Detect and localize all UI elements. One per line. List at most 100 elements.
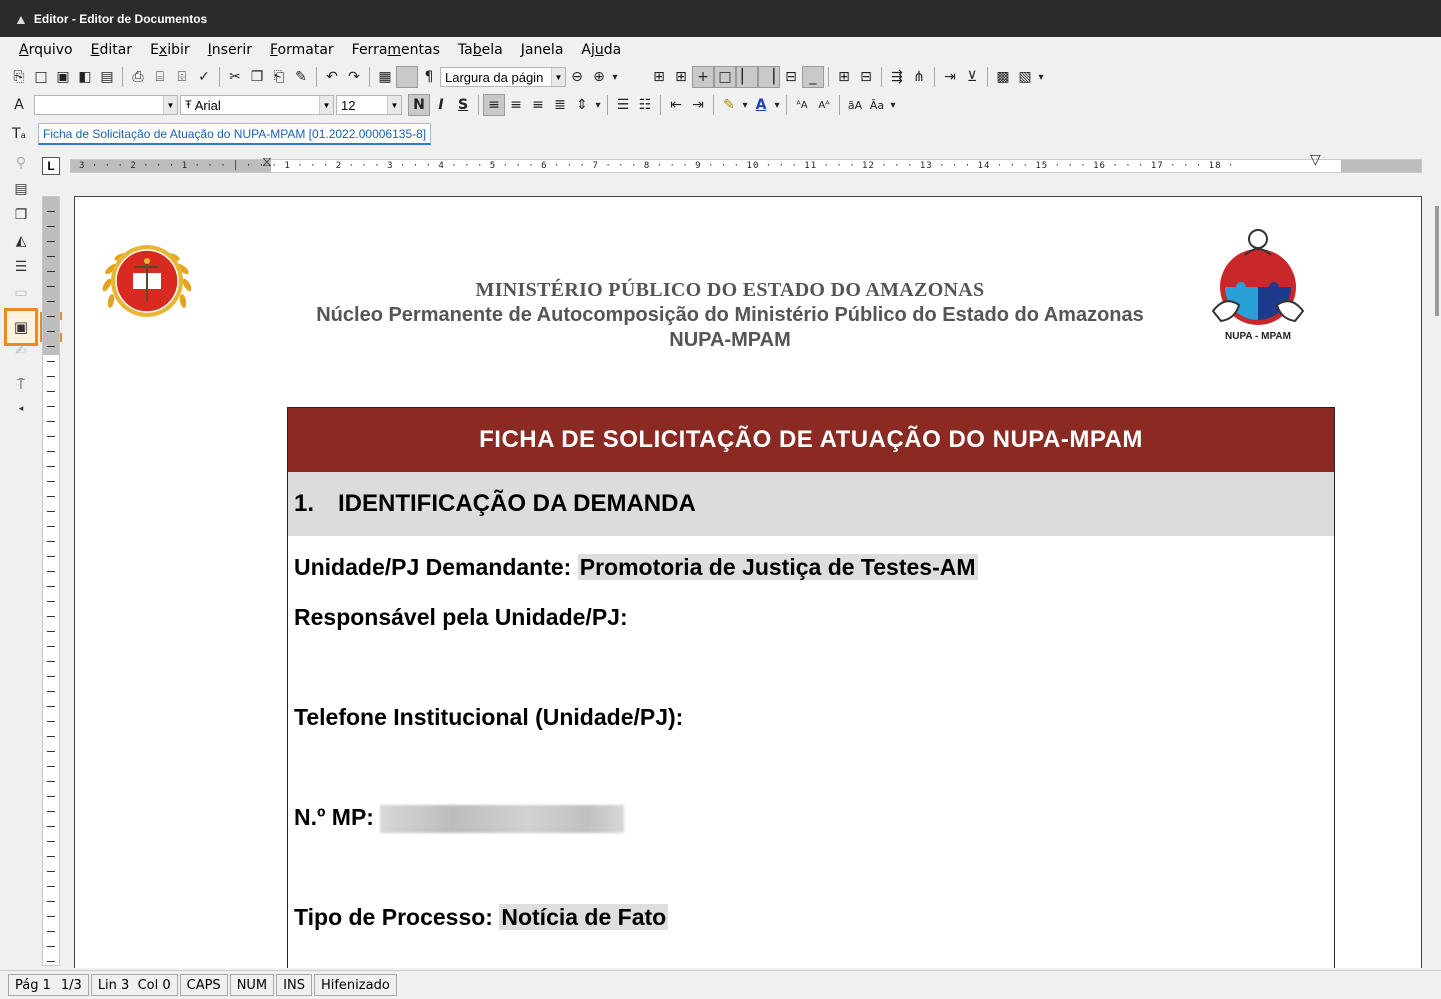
zoom-in-icon[interactable]: ⊕ bbox=[588, 66, 610, 88]
autotext-icon[interactable]: Tₐ bbox=[8, 123, 30, 145]
new-from-template-icon[interactable]: ⎘ bbox=[8, 66, 30, 88]
field-value[interactable]: Notícia de Fato bbox=[499, 904, 669, 930]
chevron-down-icon[interactable]: ▾ bbox=[593, 94, 603, 116]
more-icon[interactable]: ▾ bbox=[610, 66, 620, 88]
inner-borders-icon[interactable]: + bbox=[692, 66, 714, 88]
redo-icon[interactable]: ↷ bbox=[343, 66, 365, 88]
menu-formatar[interactable]: Formatar bbox=[261, 42, 343, 58]
align-right-icon[interactable]: ≡ bbox=[527, 94, 549, 116]
font-select[interactable]: Ŧ Arial ▼ bbox=[180, 95, 334, 115]
ruler-strip[interactable]: 3 · · · 2 · · · 1 · · · │ · · · 1 · · · … bbox=[70, 159, 1422, 173]
field-numero-mp[interactable]: N.º MP: bbox=[294, 804, 625, 833]
copy-icon[interactable]: ❐ bbox=[246, 66, 268, 88]
line-spacing-icon[interactable]: ⇕ bbox=[571, 94, 593, 116]
menu-ajuda[interactable]: Ajuda bbox=[572, 42, 630, 58]
italic-button[interactable]: I bbox=[430, 94, 452, 116]
format-painter-icon[interactable]: ✎ bbox=[290, 66, 312, 88]
redacted-value[interactable] bbox=[380, 804, 625, 833]
align-center-icon[interactable]: ≡ bbox=[505, 94, 527, 116]
pilcrow-icon[interactable]: ¶ bbox=[418, 66, 440, 88]
print-preview-icon[interactable]: ⌸ bbox=[149, 66, 171, 88]
table-grid-icon[interactable]: ⊞ bbox=[648, 66, 670, 88]
zoom-select[interactable]: Largura da págin ▼ bbox=[440, 67, 566, 87]
cut-icon[interactable]: ✂ bbox=[224, 66, 246, 88]
spellcheck-icon[interactable]: ✓ bbox=[193, 66, 215, 88]
underline-button[interactable]: S bbox=[452, 94, 474, 116]
insert-document-icon[interactable]: ❐ bbox=[10, 204, 32, 226]
decrease-indent-icon[interactable]: ⇤ bbox=[665, 94, 687, 116]
form-fields-button[interactable]: ▣ bbox=[4, 308, 38, 346]
first-line-indent-marker[interactable]: ⧖ bbox=[262, 154, 272, 168]
vertical-ruler[interactable] bbox=[42, 196, 60, 966]
field-unidade[interactable]: Unidade/PJ Demandante: Promotoria de Jus… bbox=[294, 554, 978, 581]
insert-row-icon[interactable]: ⊞ bbox=[833, 66, 855, 88]
document-page[interactable]: MINISTÉRIO PÚBLICO DO ESTADO DO AMAZONAS… bbox=[74, 196, 1422, 968]
menu-exibir[interactable]: Exibir bbox=[141, 42, 199, 58]
right-border-icon[interactable]: ▕ bbox=[758, 66, 780, 88]
field-responsavel[interactable]: Responsável pela Unidade/PJ: bbox=[294, 604, 628, 631]
open-icon[interactable]: ▣ bbox=[52, 66, 74, 88]
table-icon[interactable]: ▦ bbox=[374, 66, 396, 88]
field-tipo-processo[interactable]: Tipo de Processo: Notícia de Fato bbox=[294, 904, 669, 931]
uppercase-icon[interactable]: Ãa bbox=[866, 94, 888, 116]
chevron-down-icon[interactable]: ▾ bbox=[772, 94, 782, 116]
paint-roller-icon[interactable]: ⍑ bbox=[10, 374, 32, 396]
menu-janela[interactable]: Janela bbox=[512, 42, 573, 58]
document-tab[interactable]: Ficha de Solicitação de Atuação do NUPA-… bbox=[38, 123, 432, 145]
document-workspace[interactable]: MINISTÉRIO PÚBLICO DO ESTADO DO AMAZONAS… bbox=[62, 180, 1434, 968]
style-select[interactable]: ▼ bbox=[34, 95, 178, 115]
print-setup-icon[interactable]: ⌹ bbox=[171, 66, 193, 88]
open-folder-icon[interactable]: ◧ bbox=[74, 66, 96, 88]
bullet-list-icon[interactable]: ☰ bbox=[612, 94, 634, 116]
horizontal-ruler[interactable]: L 3 · · · 2 · · · 1 · · · │ · · · 1 · · … bbox=[40, 152, 1424, 178]
insert-field-icon[interactable]: ▤ bbox=[10, 178, 32, 200]
format-brush-icon[interactable]: ⚲ bbox=[10, 152, 32, 174]
new-document-icon[interactable]: □ bbox=[30, 66, 52, 88]
print-icon[interactable]: ⎙ bbox=[127, 66, 149, 88]
shrink-font-icon[interactable]: Aᴬ bbox=[813, 94, 835, 116]
distribute-columns-icon[interactable]: ⊻ bbox=[961, 66, 983, 88]
insert-list-icon[interactable]: ☰ bbox=[10, 256, 32, 278]
show-marks-toggle-icon[interactable] bbox=[396, 66, 418, 88]
table-style-icon[interactable]: ▩ bbox=[992, 66, 1014, 88]
more-icon[interactable]: ▾ bbox=[1036, 66, 1046, 88]
lowercase-icon[interactable]: ãA bbox=[844, 94, 866, 116]
paste-icon[interactable]: ⎗ bbox=[268, 66, 290, 88]
menu-editar[interactable]: Editar bbox=[82, 42, 141, 58]
menu-ferramentas[interactable]: Ferramentas bbox=[343, 42, 449, 58]
chevron-down-icon[interactable]: ▾ bbox=[740, 94, 750, 116]
bottom-border-icon[interactable]: _ bbox=[802, 66, 824, 88]
bold-button[interactable]: N bbox=[408, 94, 430, 116]
grow-font-icon[interactable]: ᴬA bbox=[791, 94, 813, 116]
right-indent-marker[interactable]: ▽ bbox=[1310, 152, 1321, 166]
tab-stop-selector[interactable]: L bbox=[42, 157, 60, 175]
field-value[interactable]: Promotoria de Justiça de Testes-AM bbox=[577, 554, 978, 580]
field-telefone[interactable]: Telefone Institucional (Unidade/PJ): bbox=[294, 704, 683, 731]
menu-inserir[interactable]: Inserir bbox=[199, 42, 261, 58]
align-left-icon[interactable]: ≡ bbox=[483, 94, 505, 116]
menu-tabela[interactable]: Tabela bbox=[449, 42, 512, 58]
scrollbar-thumb[interactable] bbox=[1435, 206, 1439, 316]
numbered-list-icon[interactable]: ☷ bbox=[634, 94, 656, 116]
save-icon[interactable]: ▤ bbox=[96, 66, 118, 88]
table-borders-icon[interactable]: ⊞ bbox=[670, 66, 692, 88]
distribute-rows-icon[interactable]: ⇥ bbox=[939, 66, 961, 88]
expand-arrow-icon[interactable]: ◂ bbox=[10, 398, 32, 420]
outer-borders-icon[interactable]: □ bbox=[714, 66, 736, 88]
insert-column-icon[interactable]: ⊟ bbox=[855, 66, 877, 88]
font-size-select[interactable]: 12 ▼ bbox=[336, 95, 402, 115]
undo-icon[interactable]: ↶ bbox=[321, 66, 343, 88]
vertical-scrollbar[interactable] bbox=[1434, 196, 1441, 966]
highlight-color-icon[interactable]: ✎ bbox=[718, 94, 740, 116]
styles-icon[interactable]: A bbox=[8, 94, 30, 116]
menu-arquivo[interactable]: Arquivo bbox=[10, 42, 82, 58]
font-color-icon[interactable]: A bbox=[750, 94, 772, 116]
zoom-out-icon[interactable]: ⊖ bbox=[566, 66, 588, 88]
table-properties-icon[interactable]: ▧ bbox=[1014, 66, 1036, 88]
split-cells-icon[interactable]: ⇶ bbox=[886, 66, 908, 88]
more-icon[interactable]: ▾ bbox=[888, 94, 898, 116]
merge-cells-icon[interactable]: ⋔ bbox=[908, 66, 930, 88]
insert-image-icon[interactable]: ◭ bbox=[10, 230, 32, 252]
no-border-icon[interactable]: ⊟ bbox=[780, 66, 802, 88]
increase-indent-icon[interactable]: ⇥ bbox=[687, 94, 709, 116]
